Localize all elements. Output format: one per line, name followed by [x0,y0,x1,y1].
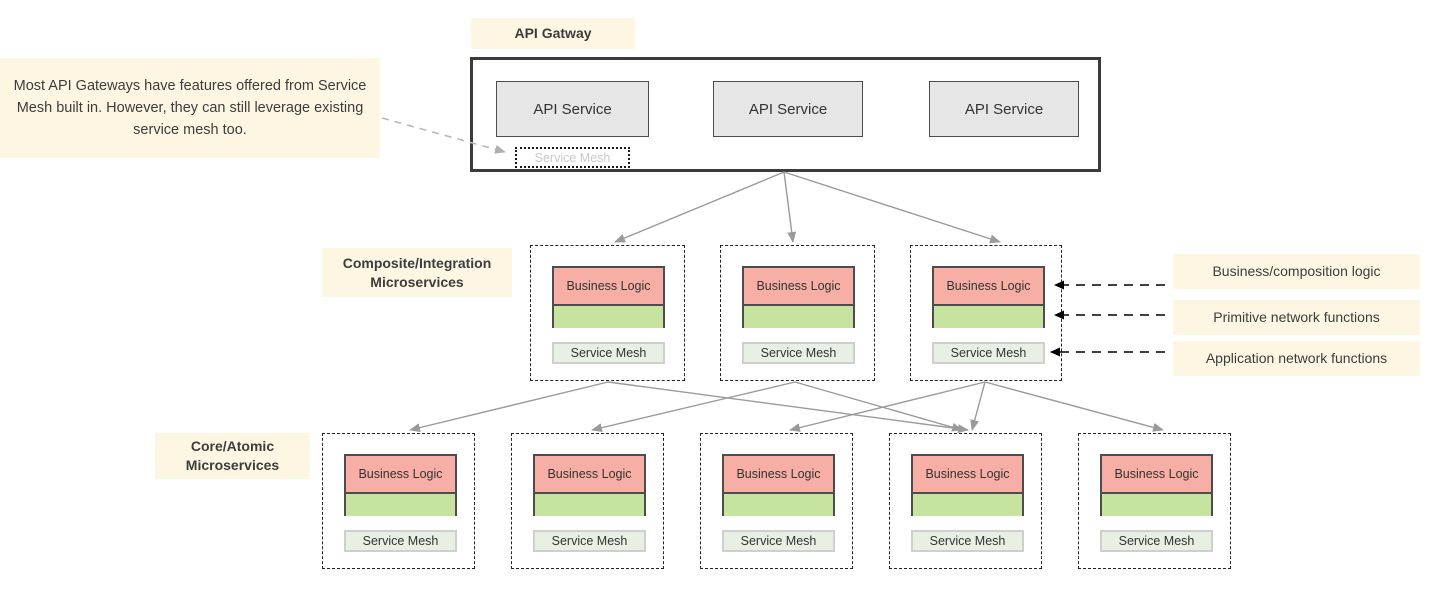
service-mesh-label: Service Mesh [950,346,1027,360]
biz-wrap: Business Logic [533,454,646,516]
gateway-to-composite-connectors [614,171,1001,244]
business-logic-label: Business Logic [1114,467,1199,481]
core-microservice-0[interactable]: Business Logic Service Mesh [322,433,475,569]
legend-connectors [1050,280,1165,357]
business-logic-label: Business Logic [547,467,632,481]
legend-item-label: Business/composition logic [1212,263,1381,279]
api-gateway-service-mesh-label: Service Mesh [534,150,611,165]
business-logic-block: Business Logic [744,268,853,306]
business-logic-label: Business Logic [736,467,821,481]
biz-wrap: Business Logic [344,454,457,516]
service-mesh-label: Service Mesh [362,534,439,548]
service-mesh-chip[interactable]: Service Mesh [722,530,835,552]
tier-label-composite: Composite/Integration Microservices [322,248,512,297]
api-gateway-service-mesh[interactable]: Service Mesh [515,147,630,168]
network-functions-block [1102,494,1211,516]
service-mesh-chip[interactable]: Service Mesh [344,530,457,552]
tier-label-core: Core/Atomic Microservices [155,433,310,479]
api-service-1[interactable]: API Service [713,81,863,137]
service-mesh-chip[interactable]: Service Mesh [552,342,665,364]
composite-microservice-2[interactable]: Business Logic Service Mesh [910,245,1062,381]
business-logic-block: Business Logic [913,456,1022,494]
business-logic-block: Business Logic [346,456,455,494]
api-service-label: API Service [748,100,828,118]
api-gateway-title-text: API Gatway [514,25,592,41]
business-logic-block: Business Logic [724,456,833,494]
business-logic-label: Business Logic [756,279,841,293]
biz-wrap: Business Logic [911,454,1024,516]
business-logic-label: Business Logic [946,279,1031,293]
api-gateway-container: API Service API Service API Service Serv… [470,57,1101,172]
composite-microservice-0[interactable]: Business Logic Service Mesh [530,245,685,381]
business-logic-label: Business Logic [358,467,443,481]
composite-microservice-1[interactable]: Business Logic Service Mesh [720,245,875,381]
api-service-label: API Service [533,100,612,118]
service-mesh-label: Service Mesh [760,346,837,360]
core-microservice-2[interactable]: Business Logic Service Mesh [700,433,853,569]
business-logic-block: Business Logic [535,456,644,494]
service-mesh-chip[interactable]: Service Mesh [533,530,646,552]
api-service-2[interactable]: API Service [929,81,1079,137]
network-functions-block [724,494,833,516]
business-logic-label: Business Logic [566,279,651,293]
biz-wrap: Business Logic [722,454,835,516]
network-functions-block [346,494,455,516]
api-service-0[interactable]: API Service [496,81,649,137]
service-mesh-label: Service Mesh [551,534,628,548]
biz-wrap: Business Logic [742,266,855,328]
biz-wrap: Business Logic [1100,454,1213,516]
service-mesh-chip[interactable]: Service Mesh [911,530,1024,552]
business-logic-block: Business Logic [1102,456,1211,494]
callout-note-text: Most API Gateways have features offered … [13,78,367,138]
network-functions-block [744,306,853,328]
legend-item-2: Application network functions [1173,341,1420,376]
legend-item-0: Business/composition logic [1173,254,1420,289]
biz-wrap: Business Logic [552,266,665,328]
core-microservice-3[interactable]: Business Logic Service Mesh [889,433,1042,569]
service-mesh-chip[interactable]: Service Mesh [932,342,1045,364]
core-microservice-4[interactable]: Business Logic Service Mesh [1078,433,1231,569]
business-logic-block: Business Logic [934,268,1043,306]
business-logic-label: Business Logic [925,467,1010,481]
network-functions-block [535,494,644,516]
core-microservice-1[interactable]: Business Logic Service Mesh [511,433,664,569]
network-functions-block [934,306,1043,328]
tier-label-core-text: Core/Atomic Microservices [185,438,280,473]
biz-wrap: Business Logic [932,266,1045,328]
service-mesh-label: Service Mesh [1118,534,1195,548]
legend-item-label: Application network functions [1205,350,1388,366]
network-functions-block [913,494,1022,516]
api-service-label: API Service [964,100,1044,118]
service-mesh-chip[interactable]: Service Mesh [742,342,855,364]
business-logic-block: Business Logic [554,268,663,306]
diagram-canvas: Most API Gateways have features offered … [0,0,1440,599]
callout-note: Most API Gateways have features offered … [0,58,380,158]
tier-label-composite-text: Composite/Integration Microservices [342,254,492,290]
network-functions-block [554,306,663,328]
legend-item-1: Primitive network functions [1173,300,1420,335]
service-mesh-label: Service Mesh [570,346,647,360]
service-mesh-chip[interactable]: Service Mesh [1100,530,1213,552]
legend-item-label: Primitive network functions [1213,309,1380,325]
service-mesh-label: Service Mesh [929,534,1006,548]
service-mesh-label: Service Mesh [740,534,817,548]
api-gateway-title: API Gatway [471,18,635,49]
composite-to-core-connectors [409,381,1164,434]
